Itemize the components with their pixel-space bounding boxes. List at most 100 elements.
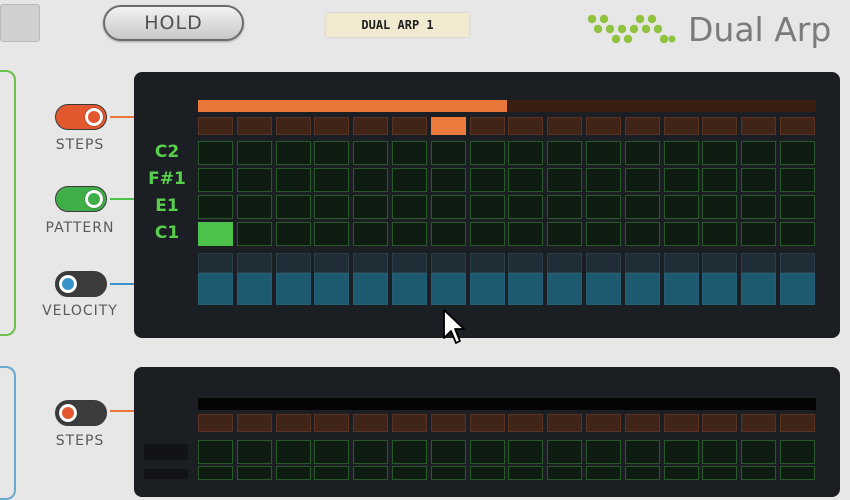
velocity-bar[interactable] [508, 273, 543, 305]
pattern-cell[interactable] [664, 195, 699, 219]
step-cell[interactable] [625, 414, 660, 432]
pattern-cell[interactable] [276, 195, 311, 219]
velocity-bar[interactable] [664, 273, 699, 305]
pattern-cell[interactable] [392, 168, 427, 192]
pattern-cell[interactable] [741, 440, 776, 464]
pattern-cell[interactable] [664, 440, 699, 464]
velocity-track[interactable] [586, 253, 621, 273]
step-cell[interactable] [392, 117, 427, 135]
pattern-cell[interactable] [392, 222, 427, 246]
step-cell[interactable] [702, 117, 737, 135]
step-cell[interactable] [664, 117, 699, 135]
pattern-cell[interactable] [702, 168, 737, 192]
velocity-bar[interactable] [547, 273, 582, 305]
step-cell[interactable] [276, 117, 311, 135]
pattern-cell[interactable] [198, 222, 233, 246]
step-cell[interactable] [664, 414, 699, 432]
velocity-track[interactable] [470, 253, 505, 273]
pattern-cell[interactable] [547, 141, 582, 165]
pattern-cell[interactable] [741, 168, 776, 192]
pattern-cell[interactable] [586, 440, 621, 464]
step-cell[interactable] [314, 414, 349, 432]
velocity-track[interactable] [625, 253, 660, 273]
pattern-cell[interactable] [625, 168, 660, 192]
pattern-cell[interactable] [353, 141, 388, 165]
step-cell[interactable] [470, 117, 505, 135]
pattern-cell[interactable] [392, 141, 427, 165]
pattern-cell[interactable] [586, 195, 621, 219]
step-cell[interactable] [431, 414, 466, 432]
pattern-cell[interactable] [470, 440, 505, 464]
pattern-cell[interactable] [664, 141, 699, 165]
velocity-bar[interactable] [392, 273, 427, 305]
step-cell[interactable] [508, 117, 543, 135]
pattern-cell[interactable] [625, 440, 660, 464]
pattern-cell[interactable] [664, 222, 699, 246]
arp2-step-length-bar[interactable] [198, 398, 816, 410]
hold-button[interactable]: HOLD [103, 5, 244, 41]
pattern-cell[interactable] [314, 222, 349, 246]
velocity-bar[interactable] [741, 273, 776, 305]
step-cell[interactable] [353, 414, 388, 432]
pattern-cell[interactable] [470, 141, 505, 165]
pattern-cell[interactable] [625, 195, 660, 219]
step-cell[interactable] [780, 414, 815, 432]
pattern-cell[interactable] [664, 168, 699, 192]
pattern-cell[interactable] [780, 222, 815, 246]
pattern-cell[interactable] [353, 195, 388, 219]
step-cell[interactable] [586, 414, 621, 432]
pattern-cell[interactable] [276, 440, 311, 464]
pattern-cell[interactable] [198, 195, 233, 219]
arp2-steps-toggle[interactable] [55, 400, 107, 426]
pattern-cell[interactable] [431, 195, 466, 219]
pattern-cell[interactable] [586, 141, 621, 165]
velocity-track[interactable] [431, 253, 466, 273]
pattern-cell[interactable] [508, 141, 543, 165]
step-cell[interactable] [276, 414, 311, 432]
step-cell[interactable] [780, 117, 815, 135]
pattern-cell[interactable] [741, 222, 776, 246]
pattern-cell[interactable] [741, 195, 776, 219]
step-cell[interactable] [741, 414, 776, 432]
step-cell[interactable] [237, 414, 272, 432]
arp1-steps-toggle[interactable] [55, 104, 107, 130]
pattern-cell[interactable] [508, 222, 543, 246]
pattern-cell[interactable] [314, 141, 349, 165]
step-cell[interactable] [547, 414, 582, 432]
pattern-cell[interactable] [314, 440, 349, 464]
velocity-bar[interactable] [702, 273, 737, 305]
step-cell[interactable] [470, 414, 505, 432]
pattern-cell[interactable] [198, 141, 233, 165]
step-cell[interactable] [314, 117, 349, 135]
velocity-track[interactable] [741, 253, 776, 273]
pattern-cell[interactable] [431, 168, 466, 192]
velocity-bar[interactable] [470, 273, 505, 305]
pattern-cell[interactable] [353, 440, 388, 464]
pattern-cell[interactable] [198, 440, 233, 464]
pattern-cell[interactable] [431, 222, 466, 246]
pattern-cell[interactable] [702, 141, 737, 165]
pattern-cell[interactable] [392, 195, 427, 219]
pattern-cell[interactable] [431, 440, 466, 464]
pattern-cell[interactable] [625, 222, 660, 246]
step-cell[interactable] [625, 117, 660, 135]
velocity-bar[interactable] [198, 273, 233, 305]
velocity-track[interactable] [237, 253, 272, 273]
step-cell[interactable] [198, 117, 233, 135]
pattern-cell[interactable] [508, 168, 543, 192]
pattern-cell[interactable] [470, 168, 505, 192]
pattern-cell[interactable] [470, 222, 505, 246]
velocity-track[interactable] [392, 253, 427, 273]
velocity-track[interactable] [547, 253, 582, 273]
step-cell[interactable] [702, 414, 737, 432]
arp1-pattern-toggle[interactable] [55, 186, 107, 212]
velocity-bar[interactable] [276, 273, 311, 305]
pattern-cell[interactable] [431, 141, 466, 165]
step-cell[interactable] [741, 117, 776, 135]
pattern-cell[interactable] [741, 141, 776, 165]
pattern-cell[interactable] [353, 222, 388, 246]
pattern-cell[interactable] [276, 141, 311, 165]
pattern-cell[interactable] [586, 222, 621, 246]
top-left-control[interactable] [0, 4, 40, 42]
pattern-cell[interactable] [276, 168, 311, 192]
